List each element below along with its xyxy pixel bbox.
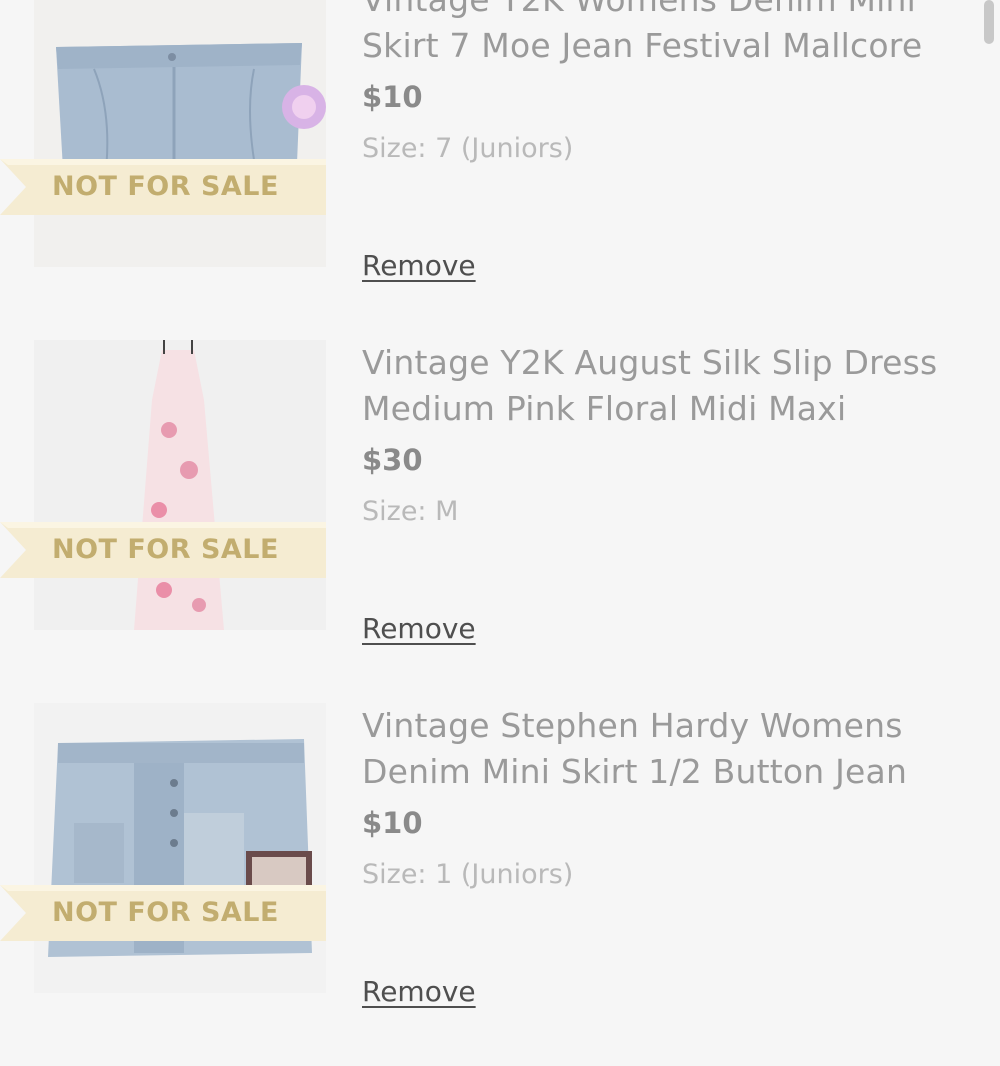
badge-label: NOT FOR SALE (52, 171, 279, 202)
product-size: Size: M (362, 496, 459, 527)
denim-skirt-photo (34, 0, 326, 267)
product-thumbnail[interactable]: NOT FOR SALE (0, 703, 326, 993)
product-size: Size: 1 (Juniors) (362, 859, 574, 890)
remove-button[interactable]: Remove (362, 975, 476, 1008)
badge-label: NOT FOR SALE (52, 534, 279, 565)
remove-button[interactable]: Remove (362, 249, 476, 282)
product-title[interactable]: Vintage Y2K Womens Denim Mini Skirt 7 Mo… (362, 0, 962, 69)
product-size: Size: 7 (Juniors) (362, 133, 574, 164)
product-info: Vintage Y2K Womens Denim Mini Skirt 7 Mo… (362, 0, 962, 282)
product-thumbnail[interactable]: NOT FOR SALE (0, 340, 326, 630)
badge-label: NOT FOR SALE (52, 897, 279, 928)
product-thumbnail[interactable]: NOT FOR SALE (0, 0, 326, 267)
patchwork-denim-skirt-photo (34, 703, 326, 993)
product-title[interactable]: Vintage Stephen Hardy Womens Denim Mini … (362, 703, 962, 795)
remove-button[interactable]: Remove (362, 612, 476, 645)
list-item: NOT FOR SALE Vintage Y2K Womens Denim Mi… (0, 0, 1000, 340)
not-for-sale-badge: NOT FOR SALE (0, 885, 360, 941)
product-title[interactable]: Vintage Y2K August Silk Slip Dress Mediu… (362, 340, 962, 432)
not-for-sale-badge: NOT FOR SALE (0, 159, 360, 215)
floral-dress-photo (34, 340, 326, 630)
list-item: NOT FOR SALE Vintage Y2K August Silk Sli… (0, 340, 1000, 703)
product-price: $30 (362, 443, 423, 477)
scrollbar[interactable] (984, 0, 994, 44)
product-info: Vintage Y2K August Silk Slip Dress Mediu… (362, 340, 962, 645)
favorites-list: NOT FOR SALE Vintage Y2K Womens Denim Mi… (0, 0, 1000, 1066)
product-price: $10 (362, 80, 423, 114)
product-price: $10 (362, 806, 423, 840)
not-for-sale-badge: NOT FOR SALE (0, 522, 360, 578)
product-info: Vintage Stephen Hardy Womens Denim Mini … (362, 703, 962, 1008)
list-item: NOT FOR SALE Vintage Stephen Hardy Women… (0, 703, 1000, 1066)
